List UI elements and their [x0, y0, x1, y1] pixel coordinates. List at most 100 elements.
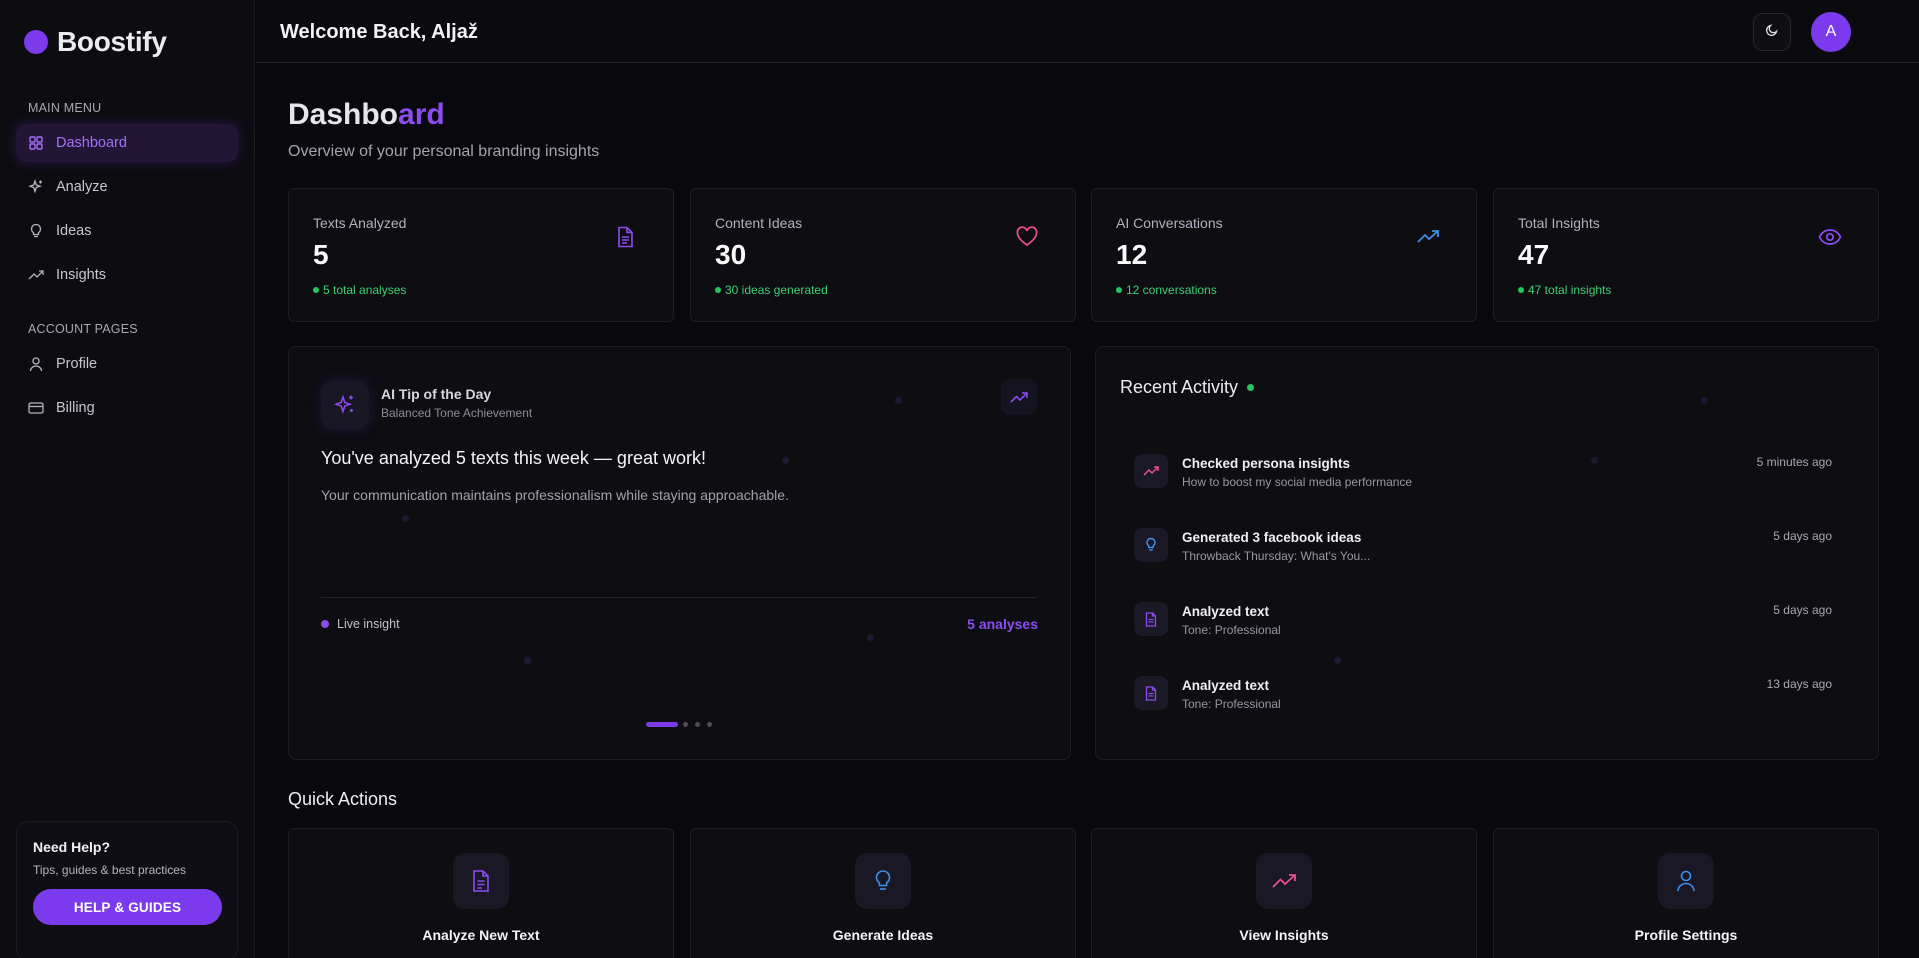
activity-item[interactable]: Analyzed text Tone: Professional 5 days … [1134, 602, 1832, 652]
stat-card-total-insights: Total Insights 47 47 total insights [1493, 188, 1879, 322]
activity-time: 5 minutes ago [1756, 455, 1832, 469]
document-icon [1134, 676, 1168, 710]
activity-item[interactable]: Generated 3 facebook ideas Throwback Thu… [1134, 528, 1832, 578]
logo[interactable]: Boostify [24, 26, 167, 58]
quick-action-label: Analyze New Text [422, 927, 540, 943]
user-icon [1658, 853, 1714, 909]
stat-card-ai-conversations: AI Conversations 12 12 conversations [1091, 188, 1477, 322]
page-indicator[interactable] [707, 722, 712, 727]
activity-desc: How to boost my social media performance [1182, 475, 1413, 489]
lightbulb-icon [855, 853, 911, 909]
sidebar-item-dashboard[interactable]: Dashboard [16, 124, 238, 162]
stat-card-texts-analyzed: Texts Analyzed 5 5 total analyses [288, 188, 674, 322]
quick-action-label: View Insights [1239, 927, 1329, 943]
tip-headline: You've analyzed 5 texts this week — grea… [321, 448, 706, 468]
activity-desc: Tone: Professional [1182, 697, 1281, 711]
activity-title: Analyzed text [1182, 678, 1270, 693]
sidebar-item-ideas[interactable]: Ideas [16, 212, 238, 250]
decor-dot [402, 515, 409, 522]
stat-value: 5 [313, 239, 329, 270]
lightbulb-icon [1134, 528, 1168, 562]
trend-icon[interactable] [1001, 379, 1037, 415]
quick-action-view-insights[interactable]: View Insights [1091, 828, 1477, 958]
stat-card-content-ideas: Content Ideas 30 30 ideas generated [690, 188, 1076, 322]
activity-time: 13 days ago [1766, 677, 1832, 691]
page-indicator-active[interactable] [646, 722, 678, 727]
stat-value: 12 [1116, 239, 1148, 270]
main-menu-label: MAIN MENU [28, 101, 102, 115]
sparkle-icon [28, 179, 44, 195]
stat-note: 12 conversations [1116, 283, 1217, 297]
carousel-pagination [646, 722, 719, 727]
quick-action-label: Generate Ideas [832, 927, 934, 943]
document-icon [453, 853, 509, 909]
quick-action-profile-settings[interactable]: Profile Settings [1493, 828, 1879, 958]
document-icon [1134, 602, 1168, 636]
activity-time: 5 days ago [1773, 529, 1832, 543]
user-icon [28, 356, 44, 372]
activity-title: Analyzed text [1182, 604, 1270, 619]
eye-icon [1818, 225, 1842, 249]
page-indicator[interactable] [683, 722, 688, 727]
lightbulb-icon [28, 223, 44, 239]
quick-action-analyze-text[interactable]: Analyze New Text [288, 828, 674, 958]
sidebar-item-profile[interactable]: Profile [16, 345, 238, 383]
page-title-part2: ard [398, 98, 445, 131]
account-pages-label: ACCOUNT PAGES [28, 322, 138, 336]
avatar-initial: A [1825, 23, 1837, 40]
stat-note: 30 ideas generated [715, 283, 828, 297]
card-icon [28, 400, 44, 416]
activity-title: Checked persona insights [1182, 456, 1351, 471]
heart-icon [1015, 225, 1039, 249]
tip-subtitle: Balanced Tone Achievement [381, 406, 533, 420]
page-indicator[interactable] [695, 722, 700, 727]
avatar[interactable]: A [1811, 12, 1851, 52]
quick-actions-title: Quick Actions [288, 789, 398, 809]
decor-dot [867, 634, 874, 641]
trend-up-icon [1416, 225, 1440, 249]
recent-activity-card: Recent Activity Checked persona insights… [1095, 346, 1879, 760]
decor-dot [895, 397, 902, 404]
stat-label: Texts Analyzed [313, 215, 407, 231]
sidebar-item-label: Analyze [56, 179, 108, 195]
sidebar-item-insights[interactable]: Insights [16, 256, 238, 294]
help-guides-button[interactable]: HELP & GUIDES [33, 889, 222, 925]
theme-toggle-button[interactable] [1753, 13, 1791, 51]
status-dot-icon [1247, 384, 1255, 391]
sparkle-icon [321, 381, 369, 429]
activity-item[interactable]: Analyzed text Tone: Professional 13 days… [1134, 676, 1832, 726]
app-name: Boostify [57, 26, 167, 57]
moon-icon [1765, 23, 1779, 42]
page-title-part1: Dashbo [288, 98, 399, 131]
activity-item[interactable]: Checked persona insights How to boost my… [1134, 454, 1832, 504]
activity-title: Generated 3 facebook ideas [1182, 530, 1362, 545]
decor-dot [782, 457, 789, 464]
ai-tip-card: AI Tip of the Day Balanced Tone Achievem… [288, 346, 1071, 760]
document-icon [613, 225, 637, 249]
top-header: Welcome Back, Aljaž A [256, 0, 1919, 63]
analyses-count-link[interactable]: 5 analyses [967, 616, 1038, 632]
page-title: Dashboard [288, 98, 445, 132]
sidebar-item-billing[interactable]: Billing [16, 389, 238, 427]
live-dot-icon [321, 620, 329, 628]
stat-note: 47 total insights [1518, 283, 1611, 297]
help-box: Need Help? Tips, guides & best practices… [16, 821, 238, 958]
stat-note: 5 total analyses [313, 283, 406, 297]
activity-desc: Tone: Professional [1182, 623, 1281, 637]
trend-icon [28, 267, 44, 283]
quick-action-label: Profile Settings [1634, 927, 1738, 943]
sidebar-item-label: Ideas [56, 223, 92, 239]
logo-mark-icon [24, 30, 48, 54]
sidebar-item-analyze[interactable]: Analyze [16, 168, 238, 206]
help-subtitle: Tips, guides & best practices [33, 863, 186, 877]
sidebar-item-label: Billing [56, 400, 95, 416]
activity-time: 5 days ago [1773, 603, 1832, 617]
stat-value: 30 [715, 239, 747, 270]
grid-icon [28, 135, 44, 151]
quick-action-generate-ideas[interactable]: Generate Ideas [690, 828, 1076, 958]
recent-activity-title: Recent Activity [1120, 377, 1255, 398]
decor-dot [524, 657, 531, 664]
sidebar: Boostify MAIN MENU Dashboard Analyze Ide… [0, 0, 255, 958]
stat-label: AI Conversations [1116, 215, 1223, 231]
tip-title: AI Tip of the Day [381, 386, 492, 402]
